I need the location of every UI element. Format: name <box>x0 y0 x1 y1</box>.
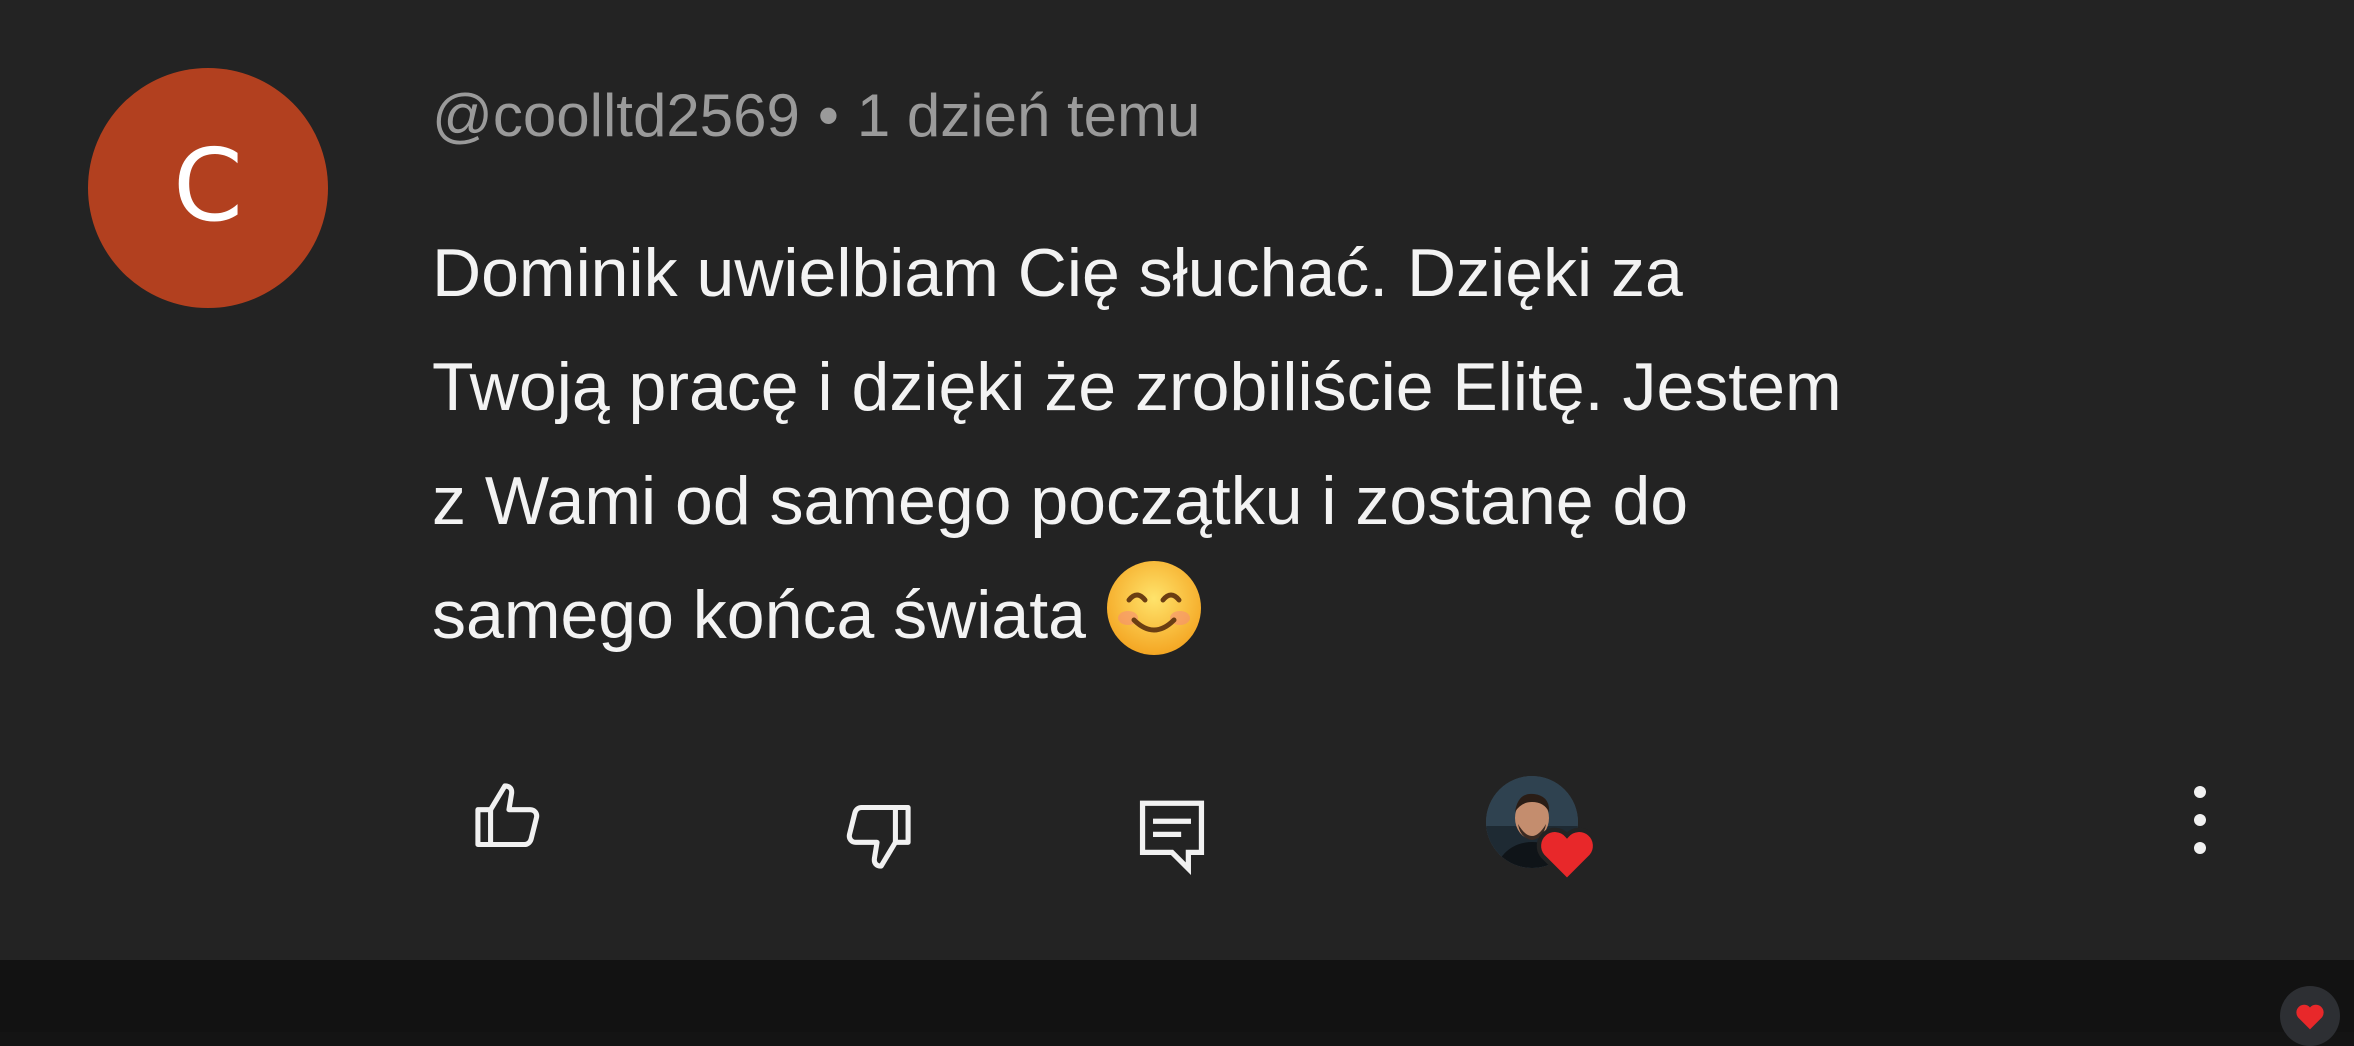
reaction-heart-button[interactable] <box>2280 986 2340 1046</box>
avatar-letter: C <box>173 127 243 244</box>
author-name[interactable]: @coolltd2569 <box>432 82 800 149</box>
comment-card: C @coolltd2569 • 1 dzień temu Dominik uwie… <box>0 0 2354 960</box>
meta-separator: • <box>817 82 839 149</box>
comment-text: Dominik uwielbiam Cię słuchać. Dzięki za… <box>432 216 2272 672</box>
comment-line: Twoją pracę i dzięki że zrobiliście Elit… <box>432 349 1842 425</box>
comment-line: z Wami od samego początku i zostanę do <box>432 463 1689 539</box>
bottom-bar <box>0 960 2354 1032</box>
comment-header: @coolltd2569 • 1 dzień temu <box>432 78 1200 154</box>
comment-line: Dominik uwielbiam Cię słuchać. Dzięki za <box>432 235 1683 311</box>
more-vertical-icon <box>2194 786 2206 854</box>
creator-heart-badge[interactable] <box>1478 770 1608 890</box>
comment-line-last: samego końca świata <box>432 558 2272 672</box>
more-options-button[interactable] <box>2170 760 2230 880</box>
comment-icon <box>1139 800 1205 876</box>
smiling-face-icon <box>1106 561 1201 655</box>
reply-button[interactable] <box>1112 776 1232 896</box>
user-avatar[interactable]: C <box>88 68 328 308</box>
dislike-button[interactable] <box>818 776 938 896</box>
like-button[interactable] <box>448 756 568 876</box>
thumbs-up-icon <box>475 783 540 848</box>
heart-icon <box>1536 827 1598 884</box>
comment-line: samego końca świata <box>432 577 1086 653</box>
comment-timestamp[interactable]: 1 dzień temu <box>857 82 1201 149</box>
thumbs-down-icon <box>846 804 911 869</box>
heart-icon <box>2296 1004 2324 1030</box>
